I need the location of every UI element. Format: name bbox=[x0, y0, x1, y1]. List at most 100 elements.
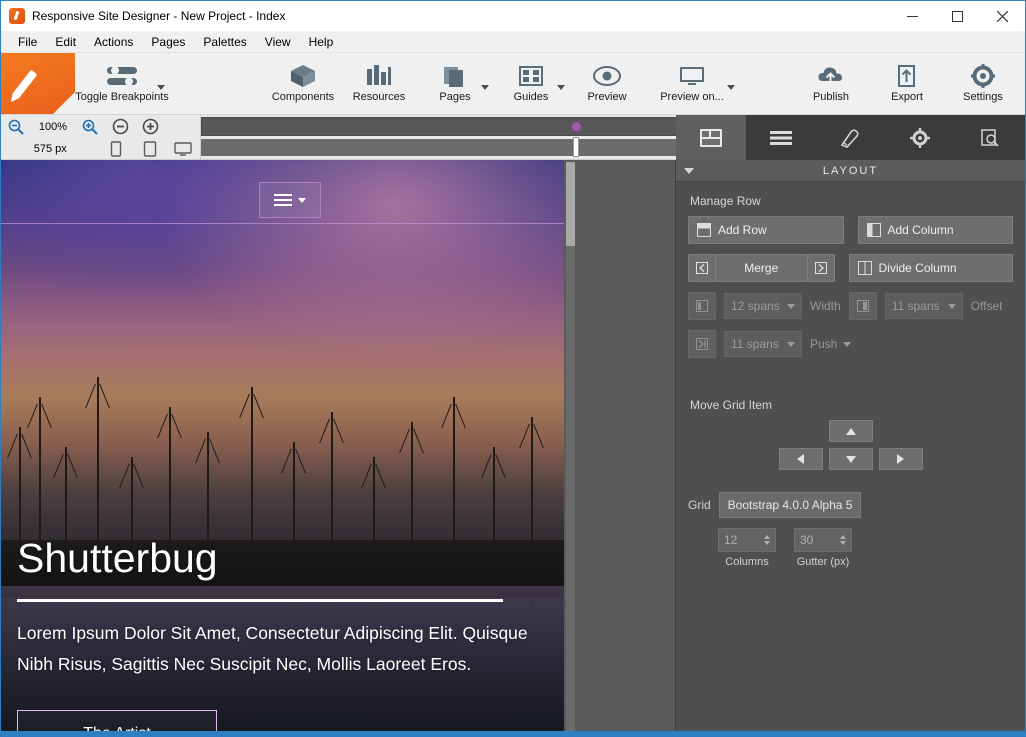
breakpoint-marker[interactable] bbox=[573, 137, 579, 157]
minimize-button[interactable] bbox=[890, 1, 935, 31]
add-row-column-row: Add Row Add Column bbox=[688, 216, 1013, 244]
preview-button[interactable]: Preview bbox=[569, 57, 645, 113]
offset-span-value: 11 spans bbox=[891, 299, 940, 313]
zoom-in-button[interactable] bbox=[75, 116, 105, 138]
arrow-down-icon bbox=[845, 455, 856, 463]
guides-button[interactable]: Guides bbox=[493, 57, 569, 113]
menu-item-actions[interactable]: Actions bbox=[85, 32, 142, 52]
caret-down-icon bbox=[157, 85, 165, 90]
menu-item-palettes[interactable]: Palettes bbox=[194, 32, 255, 52]
toggle-breakpoints-button[interactable]: Toggle Breakpoints bbox=[75, 57, 169, 113]
maximize-button[interactable] bbox=[935, 1, 980, 31]
gutter-input[interactable]: 30 bbox=[794, 528, 852, 552]
add-column-icon bbox=[866, 223, 881, 237]
canvas-empty-space bbox=[577, 160, 675, 736]
preview-on-dropdown-caret[interactable] bbox=[727, 79, 735, 93]
breakpoint-handle[interactable] bbox=[571, 121, 582, 132]
width-span-select[interactable]: 12 spans bbox=[724, 293, 802, 319]
grid-selector-row: Grid Bootstrap 4.0.0 Alpha 5 bbox=[688, 492, 1013, 518]
toggle-breakpoints-label: Toggle Breakpoints bbox=[75, 91, 169, 103]
device-desktop-button[interactable] bbox=[167, 139, 201, 159]
gutter-caption: Gutter (px) bbox=[796, 556, 850, 568]
stepper-down-icon bbox=[840, 541, 846, 545]
monitor-icon bbox=[677, 61, 707, 91]
hero-heading[interactable]: Shutterbug bbox=[17, 535, 544, 581]
components-cube-icon bbox=[289, 61, 317, 91]
breakpoint-width-value[interactable]: 575 px bbox=[1, 143, 100, 155]
hamburger-icon bbox=[274, 194, 292, 206]
resources-bars-icon bbox=[365, 61, 393, 91]
arrow-up-icon bbox=[845, 427, 856, 435]
push-span-select[interactable]: 11 spans bbox=[724, 331, 802, 357]
menu-item-edit[interactable]: Edit bbox=[46, 32, 85, 52]
gutter-stepper[interactable] bbox=[840, 535, 846, 545]
tab-layout[interactable] bbox=[676, 115, 746, 160]
add-column-label: Add Column bbox=[887, 223, 954, 237]
settings-button[interactable]: Settings bbox=[945, 57, 1021, 113]
tab-settings[interactable] bbox=[885, 115, 955, 160]
scrollbar-thumb[interactable] bbox=[566, 162, 575, 246]
offset-span-select[interactable]: 11 spans bbox=[884, 293, 963, 319]
preview-on-button[interactable]: Preview on... bbox=[645, 57, 739, 113]
columns-stepper[interactable] bbox=[764, 535, 770, 545]
components-button[interactable]: Components bbox=[265, 57, 341, 113]
decrease-breakpoint-button[interactable] bbox=[105, 116, 135, 138]
cloud-upload-icon bbox=[816, 61, 846, 91]
offset-icon-button[interactable] bbox=[848, 292, 877, 320]
width-label: Width bbox=[810, 299, 841, 313]
move-left-button[interactable] bbox=[778, 448, 823, 470]
width-icon-button[interactable] bbox=[688, 292, 716, 320]
increase-breakpoint-button[interactable] bbox=[135, 116, 165, 138]
gear-icon bbox=[969, 61, 997, 91]
publish-label: Publish bbox=[812, 91, 850, 103]
move-right-button[interactable] bbox=[878, 448, 923, 470]
tab-styles[interactable] bbox=[816, 115, 886, 160]
zoom-value[interactable]: 100% bbox=[31, 121, 75, 133]
menu-item-view[interactable]: View bbox=[256, 32, 300, 52]
export-button[interactable]: Export bbox=[869, 57, 945, 113]
menu-item-help[interactable]: Help bbox=[300, 32, 343, 52]
merge-right-button[interactable] bbox=[806, 254, 835, 282]
add-row-button[interactable]: Add Row bbox=[688, 216, 844, 244]
preview-label: Preview bbox=[587, 91, 627, 103]
breakpoints-dropdown-caret[interactable] bbox=[157, 79, 165, 93]
ribbon-group-publish: Publish Export Settings bbox=[793, 53, 1021, 113]
canvas-vertical-scrollbar[interactable] bbox=[566, 162, 575, 734]
pages-button[interactable]: Pages bbox=[417, 57, 493, 113]
page-canvas[interactable]: Shutterbug Lorem Ipsum Dolor Sit Amet, C… bbox=[1, 160, 564, 736]
move-down-button[interactable] bbox=[828, 448, 873, 470]
preview-on-label: Preview on... bbox=[660, 91, 724, 103]
pages-label: Pages bbox=[439, 91, 471, 103]
move-grid-dpad bbox=[688, 420, 1013, 470]
hero-paragraph[interactable]: Lorem Ipsum Dolor Sit Amet, Consectetur … bbox=[17, 618, 537, 680]
merge-divide-row: Merge Divide Column bbox=[688, 254, 1013, 282]
divide-column-label: Divide Column bbox=[878, 261, 957, 275]
title-bar: Responsive Site Designer - New Project -… bbox=[1, 1, 1025, 31]
device-tablet-button[interactable] bbox=[133, 139, 167, 159]
navbar-toggle-button[interactable] bbox=[259, 182, 321, 218]
add-column-button[interactable]: Add Column bbox=[857, 216, 1013, 244]
resources-button[interactable]: Resources bbox=[341, 57, 417, 113]
merge-left-button[interactable] bbox=[688, 254, 716, 282]
tab-list[interactable] bbox=[746, 115, 816, 160]
device-phone-button[interactable] bbox=[100, 139, 134, 159]
merge-button[interactable]: Merge bbox=[716, 254, 807, 282]
grid-value[interactable]: Bootstrap 4.0.0 Alpha 5 bbox=[718, 492, 862, 518]
tab-inspect[interactable] bbox=[955, 115, 1025, 160]
push-label-wrap: Push bbox=[810, 337, 852, 351]
push-icon-button[interactable] bbox=[688, 330, 716, 358]
menu-item-file[interactable]: File bbox=[9, 32, 46, 52]
menu-item-pages[interactable]: Pages bbox=[142, 32, 194, 52]
publish-button[interactable]: Publish bbox=[793, 57, 869, 113]
window-bottom-accent bbox=[1, 731, 1025, 736]
offset-label: Offset bbox=[970, 299, 1003, 313]
guides-dropdown-caret[interactable] bbox=[557, 79, 565, 93]
zoom-row: 100% bbox=[1, 115, 200, 138]
settings-label: Settings bbox=[963, 91, 1003, 103]
divide-column-button[interactable]: Divide Column bbox=[848, 254, 1013, 282]
move-up-button[interactable] bbox=[828, 420, 873, 442]
columns-input[interactable]: 12 bbox=[718, 528, 776, 552]
pages-dropdown-caret[interactable] bbox=[481, 79, 489, 93]
close-button[interactable] bbox=[980, 1, 1025, 31]
zoom-out-button[interactable] bbox=[1, 116, 31, 138]
